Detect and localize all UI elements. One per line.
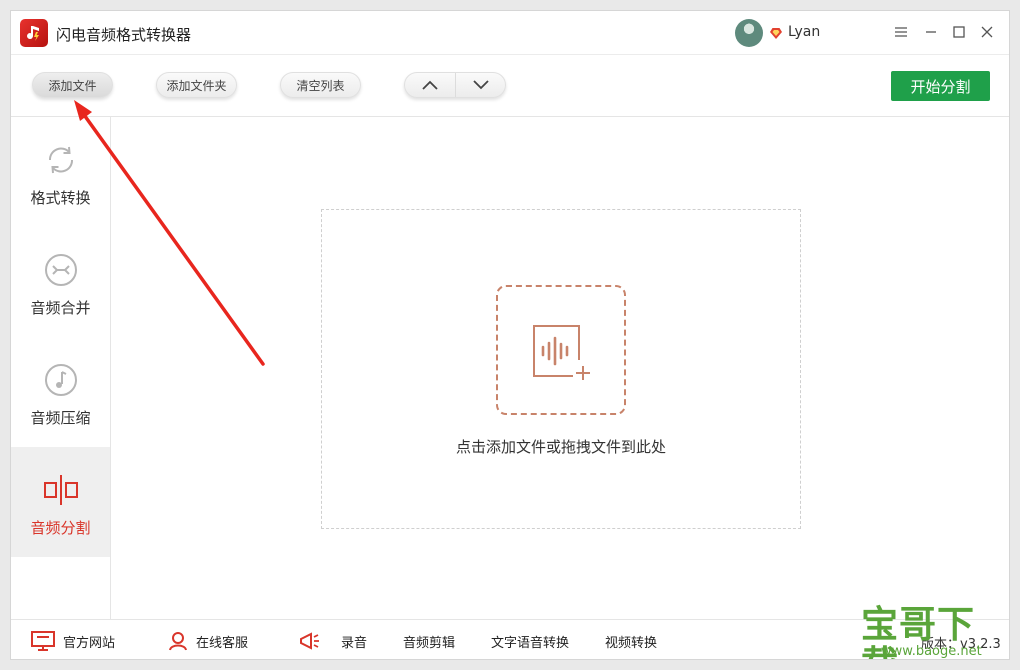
app-window: 闪电音频格式转换器 Lyan 添加文件 添加文件夹 清空列表 开始分割 格式转换… [10, 10, 1010, 660]
online-support-link[interactable]: 在线客服 [168, 620, 249, 659]
add-audio-target[interactable] [496, 285, 626, 415]
official-website-label: 官方网站 [63, 635, 116, 651]
monitor-icon [31, 631, 55, 651]
move-buttons [404, 72, 506, 98]
drop-hint-text: 点击添加文件或拖拽文件到此处 [455, 438, 666, 456]
merge-icon [45, 254, 77, 286]
music-note-icon [45, 364, 77, 396]
vip-badge-icon [770, 28, 782, 39]
sidebar-item-label: 音频分割 [30, 519, 91, 537]
sidebar-item-audio-split[interactable]: 音频分割 [11, 447, 110, 557]
sidebar-item-label: 格式转换 [30, 189, 91, 207]
chevron-up-icon [422, 80, 438, 90]
close-icon[interactable] [977, 22, 997, 42]
watermark: 宝哥下载 www.baoge.net [861, 605, 1009, 660]
start-split-button[interactable]: 开始分割 [891, 71, 990, 101]
title-bar: 闪电音频格式转换器 Lyan [11, 11, 1009, 55]
add-audio-icon [533, 325, 590, 380]
move-down-button[interactable] [455, 73, 505, 97]
avatar[interactable] [735, 19, 763, 47]
user-support-icon [169, 632, 187, 651]
bottom-bar: 官方网站 在线客服 录音 音频剪辑 文字语音转换 视频转换 版本：v3.2.3 [11, 619, 1009, 659]
online-support-label: 在线客服 [196, 635, 249, 651]
add-folder-button[interactable]: 添加文件夹 [156, 72, 237, 98]
sidebar: 格式转换 音频合并 音频压缩 音频分割 [11, 117, 111, 619]
megaphone-icon [300, 632, 319, 650]
split-icon [44, 475, 78, 505]
video-convert-link[interactable]: 视频转换 [605, 620, 657, 659]
record-link[interactable]: 录音 [299, 620, 368, 659]
record-label: 录音 [341, 635, 368, 651]
sidebar-item-audio-compress[interactable]: 音频压缩 [11, 337, 110, 447]
sidebar-item-label: 音频合并 [30, 299, 91, 317]
chevron-down-icon [472, 80, 489, 90]
move-up-button[interactable] [405, 73, 455, 97]
app-title: 闪电音频格式转换器 [56, 26, 192, 44]
tts-link[interactable]: 文字语音转换 [491, 620, 569, 659]
toolbar: 添加文件 添加文件夹 清空列表 开始分割 [11, 55, 1009, 117]
sidebar-item-audio-merge[interactable]: 音频合并 [11, 227, 110, 337]
menu-icon[interactable] [891, 22, 911, 42]
minimize-icon[interactable] [921, 22, 941, 42]
app-logo-icon [20, 19, 48, 47]
watermark-url: www.baoge.net [881, 644, 982, 659]
refresh-icon [48, 146, 74, 174]
official-website-link[interactable]: 官方网站 [31, 620, 116, 659]
maximize-icon[interactable] [949, 22, 969, 42]
clear-list-button[interactable]: 清空列表 [280, 72, 361, 98]
file-drop-zone[interactable]: 点击添加文件或拖拽文件到此处 [321, 209, 801, 529]
sidebar-item-format-convert[interactable]: 格式转换 [11, 117, 110, 227]
audio-edit-link[interactable]: 音频剪辑 [403, 620, 455, 659]
username[interactable]: Lyan [788, 24, 820, 40]
add-file-button[interactable]: 添加文件 [32, 72, 113, 98]
sidebar-item-label: 音频压缩 [30, 409, 91, 427]
